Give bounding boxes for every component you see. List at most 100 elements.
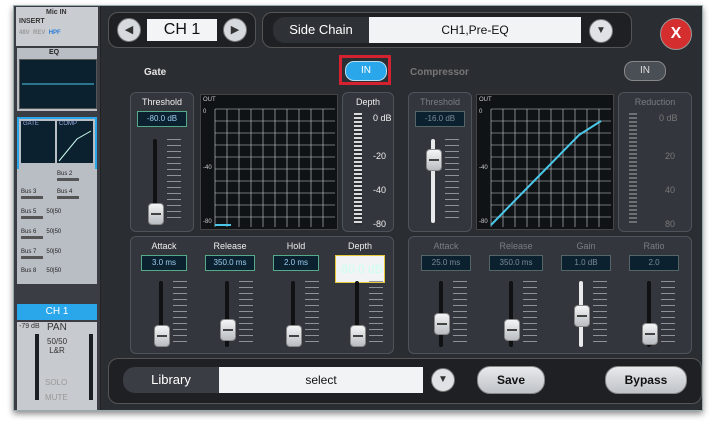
gate-attack-fader[interactable] (154, 325, 170, 347)
gate-threshold-scale (167, 139, 181, 223)
solo-button[interactable]: SOLO (45, 378, 67, 387)
comp-gain-label: Gain (576, 241, 596, 251)
gate-depth-control: Depth -80.0 dB (329, 241, 391, 351)
bus-level-bar (21, 236, 43, 239)
compressor-in-button[interactable]: IN (624, 61, 666, 81)
gate-depth-value[interactable]: -80.0 dB (335, 255, 385, 283)
channel-name: CH 1 (147, 19, 217, 41)
comp-gain-fader[interactable] (574, 305, 590, 327)
pan-section[interactable]: -79 dB PAN 50/50 L&R SOLO MUTE (17, 322, 97, 410)
comp-thumb-label: COMP (59, 121, 77, 127)
close-button[interactable]: X (660, 18, 692, 50)
bus-name: Bus 8 (21, 268, 37, 274)
comp-gain-value[interactable]: 1.0 dB (561, 255, 611, 271)
gate-comp-thumbnail[interactable]: GATE COMP (17, 117, 97, 171)
gate-threshold-panel: Threshold -80.0 dB (130, 92, 194, 232)
comp-release-value[interactable]: 350.0 ms (489, 255, 543, 271)
comp-gain-scale (593, 281, 607, 347)
comp-reduction-panel: Reduction 0 dB 20 40 80 (618, 92, 692, 232)
channel-name-tab[interactable]: CH 1 (17, 304, 97, 320)
comp-attack-value[interactable]: 25.0 ms (421, 255, 471, 271)
gate-attack-value[interactable]: 3.0 ms (141, 255, 187, 271)
eq-curve (22, 83, 94, 85)
gate-hold-control: Hold 2.0 ms (265, 241, 327, 351)
library-dropdown-button[interactable]: ▼ (431, 368, 455, 392)
comp-release-scale (523, 281, 537, 347)
side-chain-value[interactable]: CH1,Pre-EQ (369, 17, 581, 43)
gate-hold-scale (305, 281, 319, 347)
pan-lr-text: L&R (49, 346, 65, 355)
gate-depth-scale-80: -80 (373, 219, 387, 229)
library-select[interactable]: select (219, 367, 423, 393)
input-flags: 48V REV HPF (19, 30, 61, 36)
gate-threshold-label: Threshold (141, 97, 183, 107)
bus-name: Bus 3 (21, 189, 37, 195)
pan-value: 50/50 L&R (47, 337, 67, 355)
gate-hold-label: Hold (286, 241, 306, 251)
gate-hold-fader[interactable] (286, 325, 302, 347)
gate-release-scale (239, 281, 253, 347)
next-channel-button[interactable]: ▶ (223, 18, 247, 42)
comp-reduction-scale-20: 20 (665, 151, 676, 161)
comp-release-fader[interactable] (504, 319, 520, 341)
app-window: Mic IN INSERT 48V REV HPF EQ GATE COMP B… (13, 5, 703, 411)
chevron-down-icon: ▼ (596, 25, 606, 36)
gate-title: Gate (144, 67, 167, 78)
side-chain-label: Side Chain (273, 17, 369, 43)
comp-release-control: Release 350.0 ms (483, 241, 549, 351)
comp-ratio-fader[interactable] (642, 323, 658, 345)
gate-depth-scale (369, 281, 383, 347)
gate-depth-meter (354, 113, 362, 225)
bus-name: Bus 5 (21, 209, 37, 215)
comp-reduction-scale-80: 80 (665, 219, 676, 229)
level-meter-right (89, 334, 93, 400)
side-chain-dropdown-button[interactable]: ▼ (589, 19, 613, 43)
gate-release-value[interactable]: 350.0 ms (205, 255, 255, 271)
eq-thumbnail[interactable]: EQ (17, 48, 97, 111)
comp-reduction-scale-40: 40 (665, 185, 676, 195)
gate-threshold-fader[interactable] (148, 203, 164, 225)
bus-pan: 50|50 (46, 249, 62, 255)
comp-threshold-scale (445, 139, 459, 223)
gate-depth-fader[interactable] (350, 325, 366, 347)
gate-graph: OUT 0 -40 -80 (200, 94, 338, 230)
comp-thumbnail (57, 121, 93, 163)
comp-attack-fader[interactable] (434, 313, 450, 335)
flag-hpf: HPF (48, 30, 61, 36)
bus-send-6: Bus 6 50|50 (21, 229, 61, 239)
bus-sends[interactable]: Bus 2 Bus 3 Bus 4 Bus 5 50|50 Bus 6 50|5… (17, 169, 97, 284)
comp-threshold-value[interactable]: -16.0 dB (415, 111, 465, 127)
gate-depth-scale-0: 0 dB (373, 113, 392, 123)
mute-button[interactable]: MUTE (45, 393, 68, 402)
bus-send-3: Bus 3 (21, 189, 43, 199)
bus-send-5: Bus 5 50|50 (21, 209, 61, 219)
comp-params-panel: Attack 25.0 ms Release 350.0 ms Gain 1.0… (408, 236, 692, 354)
bus-name: Bus 6 (21, 229, 37, 235)
chevron-down-icon: ▼ (438, 374, 448, 385)
input-section[interactable]: Mic IN INSERT 48V REV HPF (16, 7, 98, 46)
bus-pan: 50|50 (46, 229, 62, 235)
gate-in-highlight (339, 55, 391, 85)
comp-gain-control: Gain 1.0 dB (553, 241, 619, 351)
gate-depth-panel: Depth 0 dB -20 -40 -80 (342, 92, 394, 232)
gate-hold-value[interactable]: 2.0 ms (273, 255, 319, 271)
prev-channel-button[interactable]: ◀ (117, 18, 141, 42)
comp-ratio-control: Ratio 2.0 (621, 241, 687, 351)
comp-ratio-value[interactable]: 2.0 (629, 255, 679, 271)
bus-send-2: Bus 2 (57, 171, 79, 181)
bus-name: Bus 7 (21, 249, 37, 255)
level-readout: -79 dB (19, 323, 40, 330)
gate-release-label: Release (213, 241, 247, 251)
triangle-left-icon: ◀ (124, 24, 134, 36)
dynamics-panel: ◀ CH 1 ▶ Side Chain CH1,Pre-EQ ▼ X Gate … (102, 6, 702, 410)
pan-label: PAN (47, 322, 67, 333)
save-button[interactable]: Save (477, 366, 545, 394)
comp-ratio-scale (661, 281, 675, 347)
bus-pan: 50|50 (46, 268, 62, 274)
gate-threshold-value[interactable]: -80.0 dB (137, 111, 187, 127)
pan-value-text: 50/50 (47, 337, 68, 346)
gate-thumbnail (21, 121, 55, 163)
gate-release-fader[interactable] (220, 319, 236, 341)
comp-threshold-fader[interactable] (426, 149, 442, 171)
bypass-button[interactable]: Bypass (605, 366, 687, 394)
